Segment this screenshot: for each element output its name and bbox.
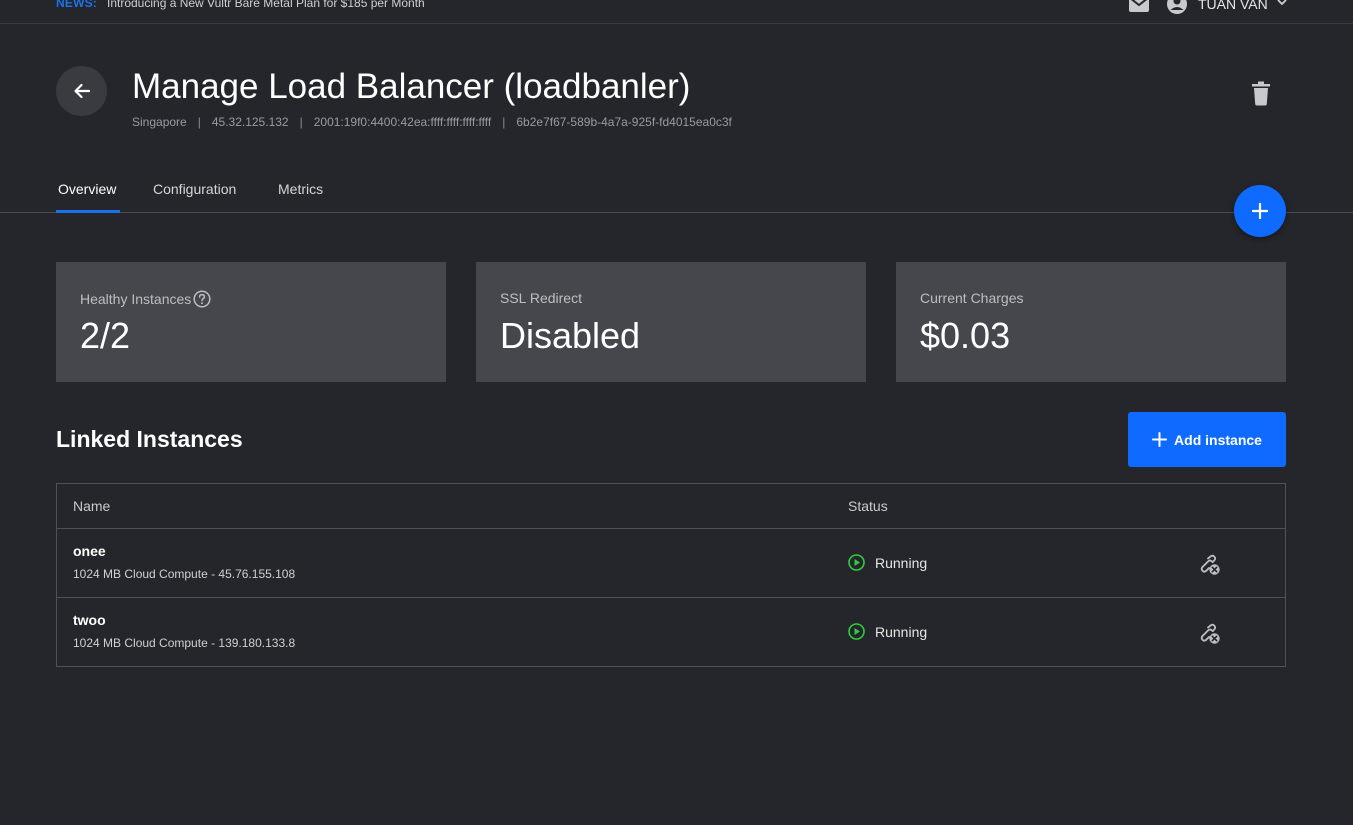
table-row: twoo 1024 MB Cloud Compute - 139.180.133… bbox=[57, 598, 1285, 667]
add-instance-label: Add instance bbox=[1174, 431, 1262, 448]
meta-separator: | bbox=[299, 115, 303, 129]
column-header-status: Status bbox=[848, 498, 888, 514]
plus-icon bbox=[1251, 202, 1269, 220]
location-text: Singapore bbox=[132, 115, 187, 129]
table-header: Name Status bbox=[57, 484, 1285, 529]
play-circle-icon bbox=[848, 554, 865, 571]
active-tab-indicator bbox=[56, 210, 120, 213]
unlink-icon[interactable] bbox=[1199, 623, 1221, 645]
id-text: 6b2e7f67-589b-4a7a-925f-fd4015ea0c3f bbox=[516, 115, 732, 129]
ssl-redirect-label: SSL Redirect bbox=[500, 290, 582, 306]
ssl-redirect-card: SSL Redirect Disabled bbox=[476, 262, 866, 382]
arrow-left-icon bbox=[73, 83, 90, 99]
status-text: Running bbox=[875, 623, 928, 640]
instance-name[interactable]: twoo bbox=[73, 612, 106, 628]
current-charges-card: Current Charges $0.03 bbox=[896, 262, 1286, 382]
linked-instances-title: Linked Instances bbox=[56, 426, 243, 452]
add-fab-button[interactable] bbox=[1234, 185, 1286, 237]
current-charges-label: Current Charges bbox=[920, 290, 1024, 306]
user-icon[interactable] bbox=[1166, 0, 1188, 15]
healthy-instances-value: 2/2 bbox=[80, 315, 131, 356]
table-row: onee 1024 MB Cloud Compute - 45.76.155.1… bbox=[57, 529, 1285, 598]
back-button[interactable] bbox=[56, 66, 107, 116]
trash-icon[interactable] bbox=[1249, 81, 1273, 107]
linked-instances-table: Name Status onee 1024 MB Cloud Compute -… bbox=[56, 483, 1286, 667]
news-link[interactable]: Introducing a New Vultr Bare Metal Plan … bbox=[107, 0, 425, 10]
instance-detail: 1024 MB Cloud Compute - 45.76.155.108 bbox=[73, 567, 296, 581]
meta-separator: | bbox=[197, 115, 201, 129]
instance-detail: 1024 MB Cloud Compute - 139.180.133.8 bbox=[73, 636, 296, 650]
healthy-instances-label: Healthy Instances bbox=[80, 291, 192, 307]
ssl-redirect-value: Disabled bbox=[500, 315, 641, 356]
chevron-down-icon[interactable] bbox=[1276, 0, 1288, 8]
news-tag: NEWS: bbox=[56, 0, 97, 10]
status-cell: Running bbox=[848, 623, 927, 640]
add-instance-button[interactable]: Add instance bbox=[1128, 412, 1286, 467]
ipv4-text: 45.32.125.132 bbox=[211, 115, 289, 129]
instance-name[interactable]: onee bbox=[73, 543, 106, 559]
load-balancer-meta: Singapore | 45.32.125.132 | 2001:19f0:44… bbox=[132, 115, 732, 129]
status-cell: Running bbox=[848, 554, 927, 571]
tab-bar: Overview Configuration Metrics bbox=[0, 170, 1353, 213]
column-header-name: Name bbox=[73, 498, 111, 514]
unlink-icon[interactable] bbox=[1199, 554, 1221, 576]
healthy-instances-card: Healthy Instances 2/2 bbox=[56, 262, 446, 382]
mail-icon[interactable] bbox=[1128, 0, 1150, 13]
tab-configuration[interactable]: Configuration bbox=[153, 181, 236, 197]
status-text: Running bbox=[875, 554, 928, 571]
news-bar: NEWS: Introducing a New Vultr Bare Metal… bbox=[0, 0, 1353, 24]
help-icon[interactable] bbox=[193, 290, 211, 308]
card-label: Healthy Instances bbox=[80, 290, 211, 308]
meta-separator: | bbox=[502, 115, 506, 129]
play-circle-icon bbox=[848, 623, 865, 640]
tab-overview[interactable]: Overview bbox=[58, 181, 116, 197]
plus-icon bbox=[1152, 432, 1168, 447]
page-title: Manage Load Balancer (loadbanler) bbox=[132, 67, 691, 106]
current-charges-value: $0.03 bbox=[920, 315, 1011, 356]
ipv6-text: 2001:19f0:4400:42ea:ffff:ffff:ffff:ffff bbox=[313, 115, 492, 129]
tab-metrics[interactable]: Metrics bbox=[278, 181, 323, 197]
user-name[interactable]: TUAN VAN bbox=[1198, 0, 1268, 12]
